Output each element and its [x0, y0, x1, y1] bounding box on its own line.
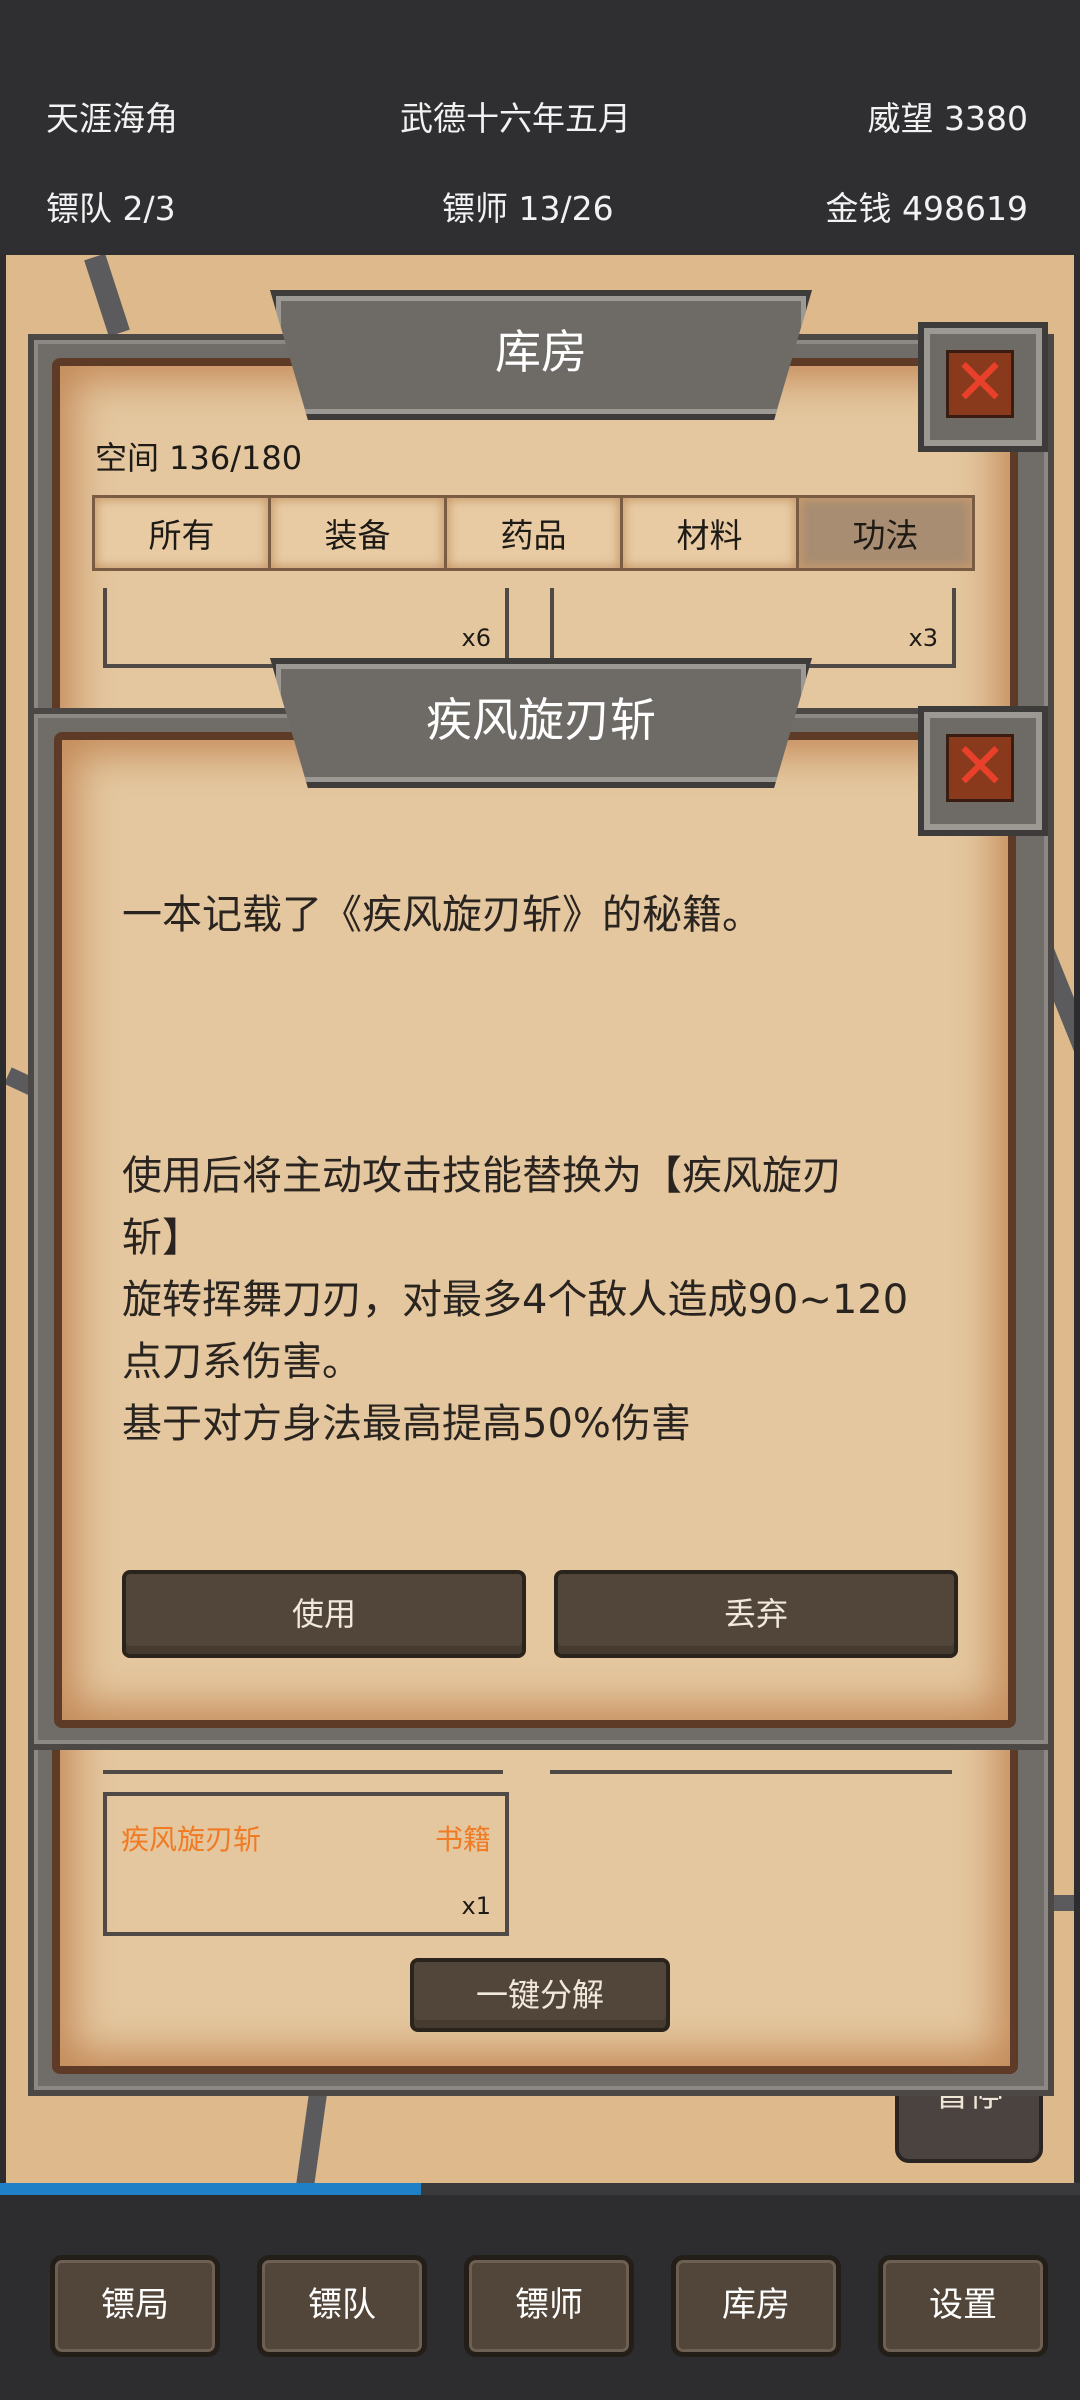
discard-button[interactable]: 丢弃 — [554, 1570, 958, 1658]
item-name: 疾风旋刃斩 — [121, 1823, 262, 1856]
nav-escorts[interactable]: 镖师 — [464, 2255, 634, 2357]
decompose-all-button[interactable]: 一键分解 — [410, 1958, 670, 2032]
tab-equipment[interactable]: 装备 — [268, 495, 447, 571]
tab-medicine[interactable]: 药品 — [444, 495, 623, 571]
detail-close-button[interactable]: ✕ — [918, 706, 1048, 836]
travel-progress-bar — [0, 2183, 1080, 2195]
item-type: 书籍 — [434, 1823, 491, 1856]
storage-close-button[interactable]: ✕ — [918, 322, 1048, 452]
nav-storage[interactable]: 库房 — [671, 2255, 841, 2357]
tab-all[interactable]: 所有 — [92, 495, 271, 571]
slot-divider — [550, 1770, 952, 1774]
tab-materials[interactable]: 材料 — [620, 495, 799, 571]
nav-settings[interactable]: 设置 — [878, 2255, 1048, 2357]
status-header: 天涯海角 武德十六年五月 威望 3380 镖队 2/3 镖师 13/26 金钱 … — [0, 0, 1080, 255]
inventory-slot[interactable]: x6 — [103, 588, 509, 668]
slot-quantity: x3 — [908, 624, 938, 652]
nav-caravan[interactable]: 镖队 — [257, 2255, 427, 2357]
close-x-icon: ✕ — [946, 734, 1014, 802]
item-detail-title: 疾风旋刃斩 — [270, 658, 812, 788]
item-description: 一本记载了《疾风旋刃斩》的秘籍。 — [122, 892, 762, 938]
caravan-count: 镖队 2/3 — [46, 189, 176, 228]
bottom-nav: 镖局 镖队 镖师 库房 设置 — [0, 2195, 1080, 2400]
escort-count: 镖师 13/26 — [442, 189, 614, 228]
item-effect-line: 点刀系伤害。 — [122, 1339, 362, 1385]
item-effect-line: 旋转挥舞刀刃，对最多4个敌人造成90~120 — [122, 1277, 909, 1323]
close-x-icon: ✕ — [946, 350, 1014, 418]
money-label: 金钱 498619 — [825, 189, 1028, 228]
prestige-label: 威望 3380 — [867, 99, 1028, 138]
storage-tabs: 所有 装备 药品 材料 功法 — [92, 495, 975, 571]
slot-quantity: x1 — [461, 1892, 491, 1920]
slot-quantity: x6 — [461, 624, 491, 652]
nav-escort-agency[interactable]: 镖局 — [50, 2255, 220, 2357]
tab-skills[interactable]: 功法 — [796, 495, 975, 571]
date-label: 武德十六年五月 — [400, 99, 631, 138]
travel-progress-fill — [0, 2183, 422, 2195]
slot-divider — [103, 1770, 503, 1774]
storage-space-label: 空间 136/180 — [95, 439, 303, 477]
inventory-slot[interactable]: x3 — [550, 588, 956, 668]
use-button[interactable]: 使用 — [122, 1570, 526, 1658]
inventory-slot-skill-book[interactable]: 疾风旋刃斩 书籍 x1 — [103, 1792, 509, 1936]
storage-title: 库房 — [270, 290, 812, 420]
item-effect-line: 基于对方身法最高提高50%伤害 — [122, 1401, 691, 1447]
location-label: 天涯海角 — [46, 99, 178, 138]
map-road — [84, 255, 130, 337]
item-effect-line: 斩】 — [122, 1215, 202, 1261]
item-effect-line: 使用后将主动攻击技能替换为【疾风旋刃 — [122, 1153, 842, 1199]
